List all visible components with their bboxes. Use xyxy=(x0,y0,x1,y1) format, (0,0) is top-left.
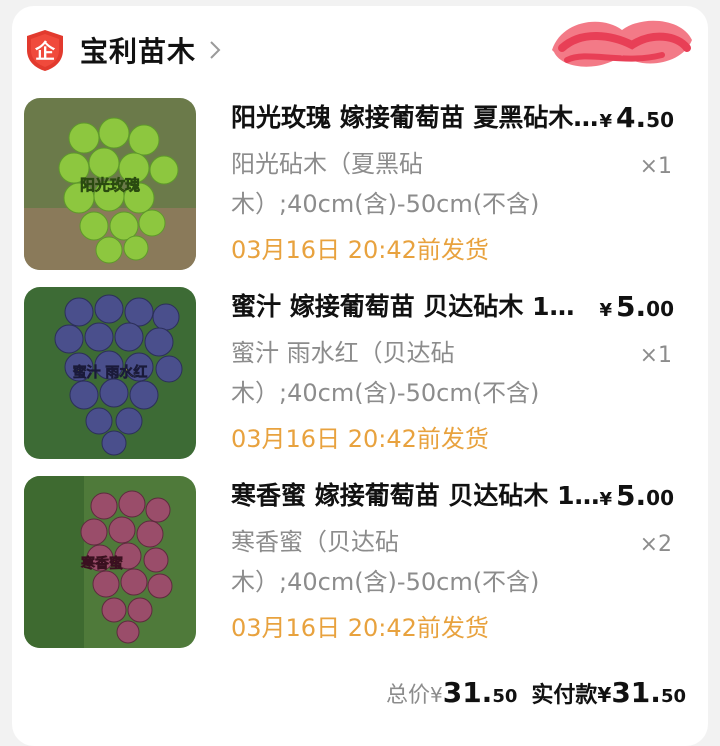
shop-logo-icon: 企 xyxy=(27,30,63,71)
product-title[interactable]: 寒香蜜 嫁接葡萄苗 贝达砧木 1… xyxy=(231,478,601,514)
product-image[interactable]: 阳光玫瑰 xyxy=(24,98,196,270)
order-item[interactable]: 蜜汁 雨水红 蜜汁 嫁接葡萄苗 贝达砧木 1… ¥5. 00 蜜汁 雨水红（贝达砧… xyxy=(24,287,696,459)
paid-currency: ¥ xyxy=(597,683,612,707)
order-item[interactable]: 阳光玫瑰 阳光玫瑰 嫁接葡萄苗 夏黑砧木 1… ¥4. 50 阳光砧木（夏黑砧 木… xyxy=(24,98,696,270)
product-title[interactable]: 蜜汁 嫁接葡萄苗 贝达砧木 1… xyxy=(231,289,601,325)
chevron-right-icon[interactable] xyxy=(208,38,222,62)
shop-header[interactable]: 企 宝利苗木 xyxy=(24,26,222,74)
shipping-deadline: 03月16日 20:42前发货 xyxy=(231,236,489,264)
total-currency: ¥ xyxy=(429,683,443,707)
product-image-label: 寒香蜜 xyxy=(81,555,123,572)
redaction-scribble xyxy=(552,20,692,67)
product-price: ¥5. 00 xyxy=(599,290,675,323)
product-quantity: ×2 xyxy=(639,532,672,557)
product-image[interactable]: 蜜汁 雨水红 xyxy=(24,287,196,459)
shop-logo-char: 企 xyxy=(34,39,56,63)
total-dec: 50 xyxy=(492,686,518,707)
product-sku: 蜜汁 雨水红（贝达砧 木）;40cm(含)-50cm(不含) xyxy=(231,339,540,407)
paid-int: 31. xyxy=(611,676,661,709)
shop-name[interactable]: 宝利苗木 xyxy=(80,30,196,70)
paid-dec: 50 xyxy=(660,686,686,707)
product-quantity: ×1 xyxy=(639,154,672,179)
product-sku: 寒香蜜（贝达砧 木）;40cm(含)-50cm(不含) xyxy=(231,528,540,596)
product-image-label: 蜜汁 雨水红 xyxy=(73,364,148,381)
product-price: ¥5. 00 xyxy=(599,479,675,512)
order-item[interactable]: 寒香蜜 寒香蜜 嫁接葡萄苗 贝达砧木 1… ¥5. 00 寒香蜜（贝达砧 木）;4… xyxy=(24,476,696,648)
product-title[interactable]: 阳光玫瑰 嫁接葡萄苗 夏黑砧木 1… xyxy=(231,100,601,136)
total-int: 31. xyxy=(442,676,493,709)
product-quantity: ×1 xyxy=(639,343,672,368)
shipping-deadline: 03月16日 20:42前发货 xyxy=(231,425,489,453)
product-price: ¥4. 50 xyxy=(599,101,675,134)
product-image-label: 阳光玫瑰 xyxy=(80,176,140,194)
total-label: 总价 xyxy=(385,683,430,708)
paid-label: 实付款 xyxy=(531,683,598,708)
product-image[interactable]: 寒香蜜 xyxy=(24,476,196,648)
shipping-deadline: 03月16日 20:42前发货 xyxy=(231,614,489,642)
order-totals: 总价 ¥ 31. 50 实付款 ¥ 31. 50 xyxy=(386,676,686,709)
product-sku: 阳光砧木（夏黑砧 木）;40cm(含)-50cm(不含) xyxy=(231,150,540,218)
